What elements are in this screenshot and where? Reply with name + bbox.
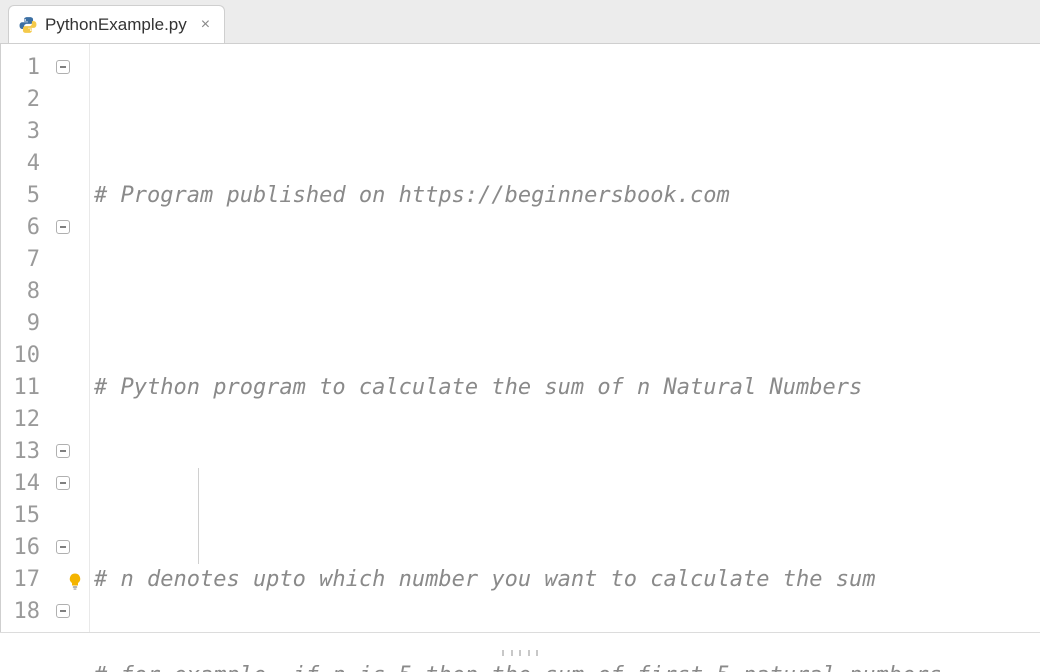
code-line[interactable]: # Program published on https://beginners… — [90, 180, 1040, 212]
code-editor[interactable]: 1 2 3 4 5 6 7 8 9 10 11 12 13 14 15 16 1… — [0, 44, 1040, 632]
fold-column — [56, 44, 90, 632]
fold-toggle-icon[interactable] — [56, 604, 70, 618]
code-line[interactable]: # Python program to calculate the sum of… — [90, 372, 1040, 404]
line-number: 12 — [1, 404, 40, 436]
fold-toggle-icon[interactable] — [56, 60, 70, 74]
fold-toggle-icon[interactable] — [56, 444, 70, 458]
file-tab[interactable]: PythonExample.py × — [8, 5, 225, 43]
lightbulb-icon[interactable] — [66, 570, 84, 592]
line-number: 14 — [1, 468, 40, 500]
line-number: 1 — [1, 52, 40, 84]
line-number: 7 — [1, 244, 40, 276]
line-number: 4 — [1, 148, 40, 180]
line-number: 13 — [1, 436, 40, 468]
code-line[interactable] — [90, 276, 1040, 308]
close-icon[interactable]: × — [201, 17, 210, 33]
line-number: 10 — [1, 340, 40, 372]
code-area[interactable]: # Program published on https://beginners… — [90, 44, 1040, 632]
line-number: 8 — [1, 276, 40, 308]
code-line[interactable]: # n denotes upto which number you want t… — [90, 564, 1040, 596]
line-number: 9 — [1, 308, 40, 340]
line-number: 18 — [1, 596, 40, 628]
line-number: 15 — [1, 500, 40, 532]
python-file-icon — [19, 16, 37, 34]
code-line[interactable]: # for example, if n is 5 then the sum of… — [90, 660, 1040, 672]
line-number: 16 — [1, 532, 40, 564]
fold-toggle-icon[interactable] — [56, 476, 70, 490]
line-number: 3 — [1, 116, 40, 148]
line-number: 17 — [1, 564, 40, 596]
fold-toggle-icon[interactable] — [56, 220, 70, 234]
code-line[interactable] — [90, 468, 1040, 500]
tab-bar: PythonExample.py × — [0, 0, 1040, 44]
line-number: 2 — [1, 84, 40, 116]
file-tab-label: PythonExample.py — [45, 15, 187, 35]
line-number: 6 — [1, 212, 40, 244]
line-number-gutter: 1 2 3 4 5 6 7 8 9 10 11 12 13 14 15 16 1… — [1, 44, 56, 632]
indent-guide — [198, 468, 199, 564]
fold-toggle-icon[interactable] — [56, 540, 70, 554]
line-number: 11 — [1, 372, 40, 404]
line-number: 5 — [1, 180, 40, 212]
